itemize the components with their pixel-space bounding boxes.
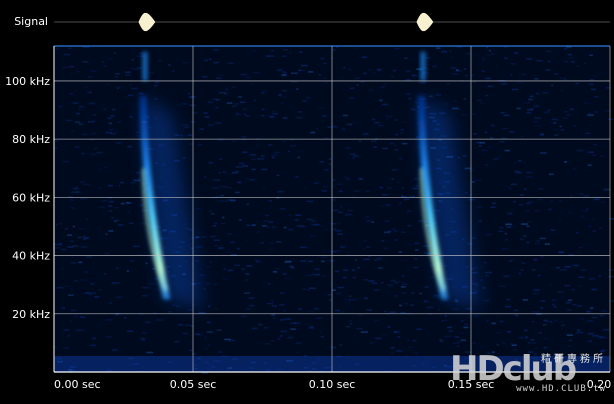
watermark: HDclub 精研專務所 www.HD.CLUB.tw [450, 350, 606, 394]
spectrogram-svg: Signal 20 kHz 40 kHz 60 kHz 80 kHz 100 kHz 0… [0, 0, 614, 400]
y-tick-label: 100 kHz [5, 75, 50, 88]
watermark-url: www.HD.CLUB.tw [516, 384, 606, 394]
spectrogram-plot [54, 46, 614, 374]
x-tick-label: 0.05 sec [170, 378, 217, 391]
spectrogram-chart: Signal 20 kHz 40 kHz 60 kHz 80 kHz 100 kHz 0… [0, 0, 614, 400]
y-tick-label: 20 kHz [12, 308, 50, 321]
watermark-cn: 精研專務所 [541, 354, 606, 365]
x-tick-label: 0.10 sec [309, 378, 356, 391]
x-tick-label: 0.00 sec [54, 378, 101, 391]
y-tick-label: 40 kHz [12, 250, 50, 263]
y-tick-label: 60 kHz [12, 191, 50, 204]
y-tick-label: 80 kHz [12, 133, 50, 146]
signal-label: Signal [14, 15, 48, 28]
